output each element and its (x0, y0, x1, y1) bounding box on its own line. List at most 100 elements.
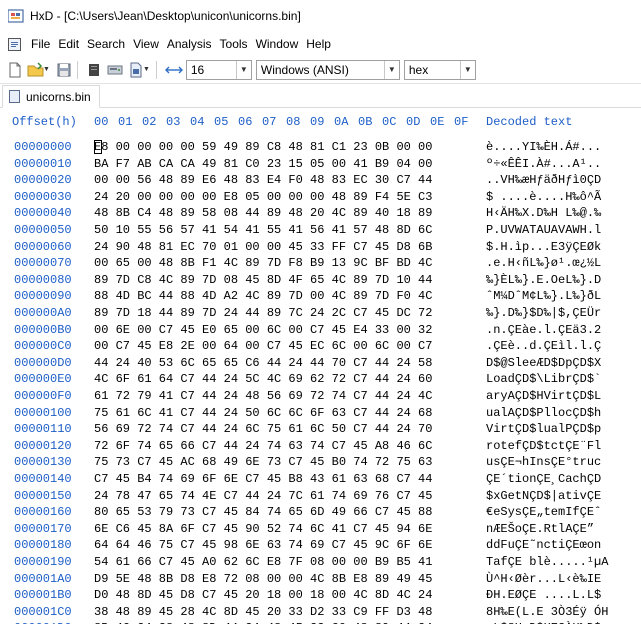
hex-row[interactable]: 00000170 6E C6 45 8A 6F C7 45 90 52 74 6C… (0, 522, 641, 538)
hex-row[interactable]: 00000070 00 65 00 48 8B F1 4C 89 7D F8 B9… (0, 256, 641, 272)
hex-row[interactable]: 00000110 56 69 72 74 C7 44 24 6C 75 61 6C… (0, 422, 641, 438)
open-dropdown-chevron-icon[interactable]: ▼ (43, 66, 50, 73)
row-bytes[interactable]: 00 C7 45 E8 2E 00 64 00 C7 45 EC 6C 00 6… (94, 339, 432, 353)
hex-row[interactable]: 00000080 89 7D C8 4C 89 7D 08 45 8D 4F 65… (0, 273, 641, 289)
hex-row[interactable]: 00000050 50 10 55 56 57 41 54 41 55 41 56… (0, 223, 641, 239)
hex-row[interactable]: 000001A0 D9 5E 48 8B D8 E8 72 08 00 00 4C… (0, 572, 641, 588)
row-decoded-text[interactable]: ddFuÇE˜nctiÇEœon (486, 538, 601, 552)
row-bytes[interactable]: 50 10 55 56 57 41 54 41 55 41 56 41 57 4… (94, 223, 432, 237)
hex-row[interactable]: 00000030 24 20 00 00 00 00 E8 05 00 00 00… (0, 190, 641, 206)
row-decoded-text[interactable]: LoadÇD$\LibrÇD$` (486, 372, 601, 386)
row-decoded-text[interactable]: D$@SleeÆD$DpÇD$X (486, 356, 601, 370)
row-decoded-text[interactable]: 8H‰E(L.E 3Ò3Éÿ ÓH (486, 605, 608, 619)
offset-base-select[interactable]: hex ▼ (403, 59, 476, 80)
row-decoded-text[interactable]: Ù^H‹Øèr...L‹è‰IE (486, 572, 601, 586)
hex-row[interactable]: 00000160 80 65 53 79 73 C7 45 84 74 65 6D… (0, 505, 641, 521)
hex-row[interactable]: 00000010 BA F7 AB CA CA 49 81 C0 23 15 05… (0, 157, 641, 173)
row-bytes[interactable]: 88 4D BC 44 88 4D A2 4C 89 7D 00 4C 89 7… (94, 289, 432, 303)
hex-row[interactable]: 00000130 75 73 C7 45 AC 68 49 6E 73 C7 45… (0, 455, 641, 471)
row-bytes[interactable]: 89 7D 18 44 89 7D 24 44 89 7C 24 2C C7 4… (94, 306, 432, 320)
hex-row[interactable]: 00000190 54 61 66 C7 45 A0 62 6C E8 7F 08… (0, 555, 641, 571)
new-file-icon[interactable] (6, 61, 24, 79)
row-bytes[interactable]: 44 24 40 53 6C 65 65 C6 44 24 44 70 C7 4… (94, 356, 432, 370)
hex-row[interactable]: 00000180 64 64 46 75 C7 45 98 6E 63 74 69… (0, 538, 641, 554)
menu-tools[interactable]: Tools (216, 33, 252, 55)
data-inspector-icon[interactable] (85, 61, 103, 79)
row-bytes[interactable]: E8 00 00 00 00 59 49 89 C8 48 81 C1 23 0… (94, 140, 432, 154)
chevron-down-icon[interactable]: ▼ (383, 60, 399, 79)
row-bytes[interactable]: 24 90 48 81 EC 70 01 00 00 45 33 FF C7 4… (94, 240, 432, 254)
row-decoded-text[interactable]: $ ....è....H‰ô^Ã (486, 190, 601, 204)
row-bytes[interactable]: 24 78 47 65 74 4E C7 44 24 7C 61 74 69 7… (94, 489, 432, 503)
row-bytes[interactable]: 75 73 C7 45 AC 68 49 6E 73 C7 45 B0 74 7… (94, 455, 432, 469)
row-decoded-text[interactable]: TafÇE blè.....¹µA (486, 555, 608, 569)
hex-row[interactable]: 00000150 24 78 47 65 74 4E C7 44 24 7C 61… (0, 489, 641, 505)
chevron-down-icon[interactable]: ▼ (235, 60, 251, 79)
document-menu-icon[interactable] (8, 37, 21, 51)
row-bytes[interactable]: 89 7D C8 4C 89 7D 08 45 8D 4F 65 4C 89 7… (94, 273, 432, 287)
charset-select[interactable]: Windows (ANSI) ▼ (255, 59, 400, 80)
bytes-per-row-select[interactable]: 16 ▼ (185, 59, 252, 80)
hex-row[interactable]: 00000000 E8 00 00 00 00 59 49 89 C8 48 81… (0, 140, 641, 156)
row-decoded-text[interactable]: º÷«ÊÊI.À#...A¹.. (486, 157, 601, 171)
row-decoded-text[interactable]: .e.H‹ñL‰}ø¹.œ¿½L (486, 256, 601, 270)
menu-edit[interactable]: Edit (54, 33, 83, 55)
hex-row[interactable]: 000000E0 4C 6F 61 64 C7 44 24 5C 4C 69 62… (0, 372, 641, 388)
menu-analysis[interactable]: Analysis (163, 33, 216, 55)
row-bytes[interactable]: C7 45 B4 74 69 6F 6E C7 45 B8 43 61 63 6… (94, 472, 432, 486)
save-icon[interactable] (55, 61, 73, 79)
hex-row[interactable]: 00000040 48 8B C4 48 89 58 08 44 89 48 20… (0, 206, 641, 222)
row-bytes[interactable]: 56 69 72 74 C7 44 24 6C 75 61 6C 50 C7 4… (94, 422, 432, 436)
row-bytes[interactable]: 64 64 46 75 C7 45 98 6E 63 74 69 C7 45 9… (94, 538, 432, 552)
row-bytes[interactable]: 54 61 66 C7 45 A0 62 6C E8 7F 08 00 00 B… (94, 555, 432, 569)
row-decoded-text[interactable]: ..VH‰æHƒäðHƒì0ÇD (486, 173, 601, 187)
menu-file[interactable]: File (27, 33, 54, 55)
row-decoded-text[interactable]: usÇE¬hInsÇE°truc (486, 455, 601, 469)
row-bytes[interactable]: 24 20 00 00 00 00 E8 05 00 00 00 48 89 F… (94, 190, 432, 204)
hex-row[interactable]: 00000140 C7 45 B4 74 69 6F 6E C7 45 B8 43… (0, 472, 641, 488)
row-decoded-text[interactable]: ÐH.EØÇE ....L.L$ (486, 588, 601, 602)
row-decoded-text[interactable]: ualAÇD$PllocÇD$h (486, 406, 601, 420)
row-bytes[interactable]: 61 72 79 41 C7 44 24 48 56 69 72 74 C7 4… (94, 389, 432, 403)
row-decoded-text[interactable]: $.H.ìp...E3ÿÇEØk (486, 240, 601, 254)
tab-unicorns-bin[interactable]: unicorns.bin (2, 85, 100, 108)
hex-row[interactable]: 00000060 24 90 48 81 EC 70 01 00 00 45 33… (0, 240, 641, 256)
hex-row[interactable]: 00000120 72 6F 74 65 66 C7 44 24 74 63 74… (0, 439, 641, 455)
row-decoded-text[interactable]: ‰}ÈL‰}.E.OeL‰}.D (486, 273, 601, 287)
row-decoded-text[interactable]: .ÇEè..d.ÇEìl.l.Ç (486, 339, 601, 353)
hex-row[interactable]: 000000B0 00 6E 00 C7 45 E0 65 00 6C 00 C7… (0, 323, 641, 339)
row-decoded-text[interactable]: nÆEŠoÇE.RtlAÇE” (486, 522, 594, 536)
row-bytes[interactable]: 00 65 00 48 8B F1 4C 89 7D F8 B9 13 9C B… (94, 256, 432, 270)
row-bytes[interactable]: D0 48 8D 45 D8 C7 45 20 18 00 18 00 4C 8… (94, 588, 432, 602)
hex-row[interactable]: 00000090 88 4D BC 44 88 4D A2 4C 89 7D 00… (0, 289, 641, 305)
row-decoded-text[interactable]: ˆM¼DˆM¢L‰}.L‰}ðL (486, 289, 601, 303)
row-bytes[interactable]: D9 5E 48 8B D8 E8 72 08 00 00 4C 8B E8 8… (94, 572, 432, 586)
menu-view[interactable]: View (129, 33, 163, 55)
row-bytes[interactable]: 75 61 6C 41 C7 44 24 50 6C 6C 6F 63 C7 4… (94, 406, 432, 420)
row-decoded-text[interactable]: è....YI‰ÈH.Á#... (486, 140, 601, 154)
hex-row[interactable]: 00000020 00 00 56 48 89 E6 48 83 E4 F0 48… (0, 173, 641, 189)
row-bytes[interactable]: 72 6F 74 65 66 C7 44 24 74 63 74 C7 45 A… (94, 439, 432, 453)
row-decoded-text[interactable]: aryAÇD$HVirtÇD$L (486, 389, 601, 403)
open-disk-icon[interactable] (106, 61, 124, 79)
row-bytes[interactable]: BA F7 AB CA CA 49 81 C0 23 15 05 00 41 B… (94, 157, 432, 171)
menu-window[interactable]: Window (252, 33, 303, 55)
menu-help[interactable]: Help (302, 33, 335, 55)
hex-row[interactable]: 000001B0 D0 48 8D 45 D8 C7 45 20 18 00 18… (0, 588, 641, 604)
hex-row[interactable]: 000001C0 38 48 89 45 28 4C 8D 45 20 33 D2… (0, 605, 641, 621)
hex-editor[interactable]: Offset(h) 00 01 02 03 04 05 06 07 08 09 … (0, 112, 641, 624)
row-bytes[interactable]: 00 6E 00 C7 45 E0 65 00 6C 00 C7 45 E4 3… (94, 323, 432, 337)
menu-search[interactable]: Search (83, 33, 129, 55)
row-bytes[interactable]: 6E C6 45 8A 6F C7 45 90 52 74 6C 41 C7 4… (94, 522, 432, 536)
row-bytes[interactable]: 38 48 89 45 28 4C 8D 45 20 33 D2 33 C9 F… (94, 605, 432, 619)
row-decoded-text[interactable]: rotefÇD$tctÇE¨Fl (486, 439, 601, 453)
row-bytes[interactable]: 48 8B C4 48 89 58 08 44 89 48 20 4C 89 4… (94, 206, 432, 220)
row-decoded-text[interactable]: .n.ÇEàe.l.ÇEä3.2 (486, 323, 601, 337)
row-decoded-text[interactable]: $xGetNÇD$|ativÇE (486, 489, 601, 503)
hex-row[interactable]: 000000A0 89 7D 18 44 89 7D 24 44 89 7C 24… (0, 306, 641, 322)
row-bytes[interactable]: 4C 6F 61 64 C7 44 24 5C 4C 69 62 72 C7 4… (94, 372, 432, 386)
hex-row[interactable]: 000000D0 44 24 40 53 6C 65 65 C6 44 24 44… (0, 356, 641, 372)
hex-row[interactable]: 000000C0 00 C7 45 E8 2E 00 64 00 C7 45 EC… (0, 339, 641, 355)
hex-row[interactable]: 000000F0 61 72 79 41 C7 44 24 48 56 69 72… (0, 389, 641, 405)
row-decoded-text[interactable]: H‹ÄH‰X.D‰H L‰@.‰ (486, 206, 601, 220)
